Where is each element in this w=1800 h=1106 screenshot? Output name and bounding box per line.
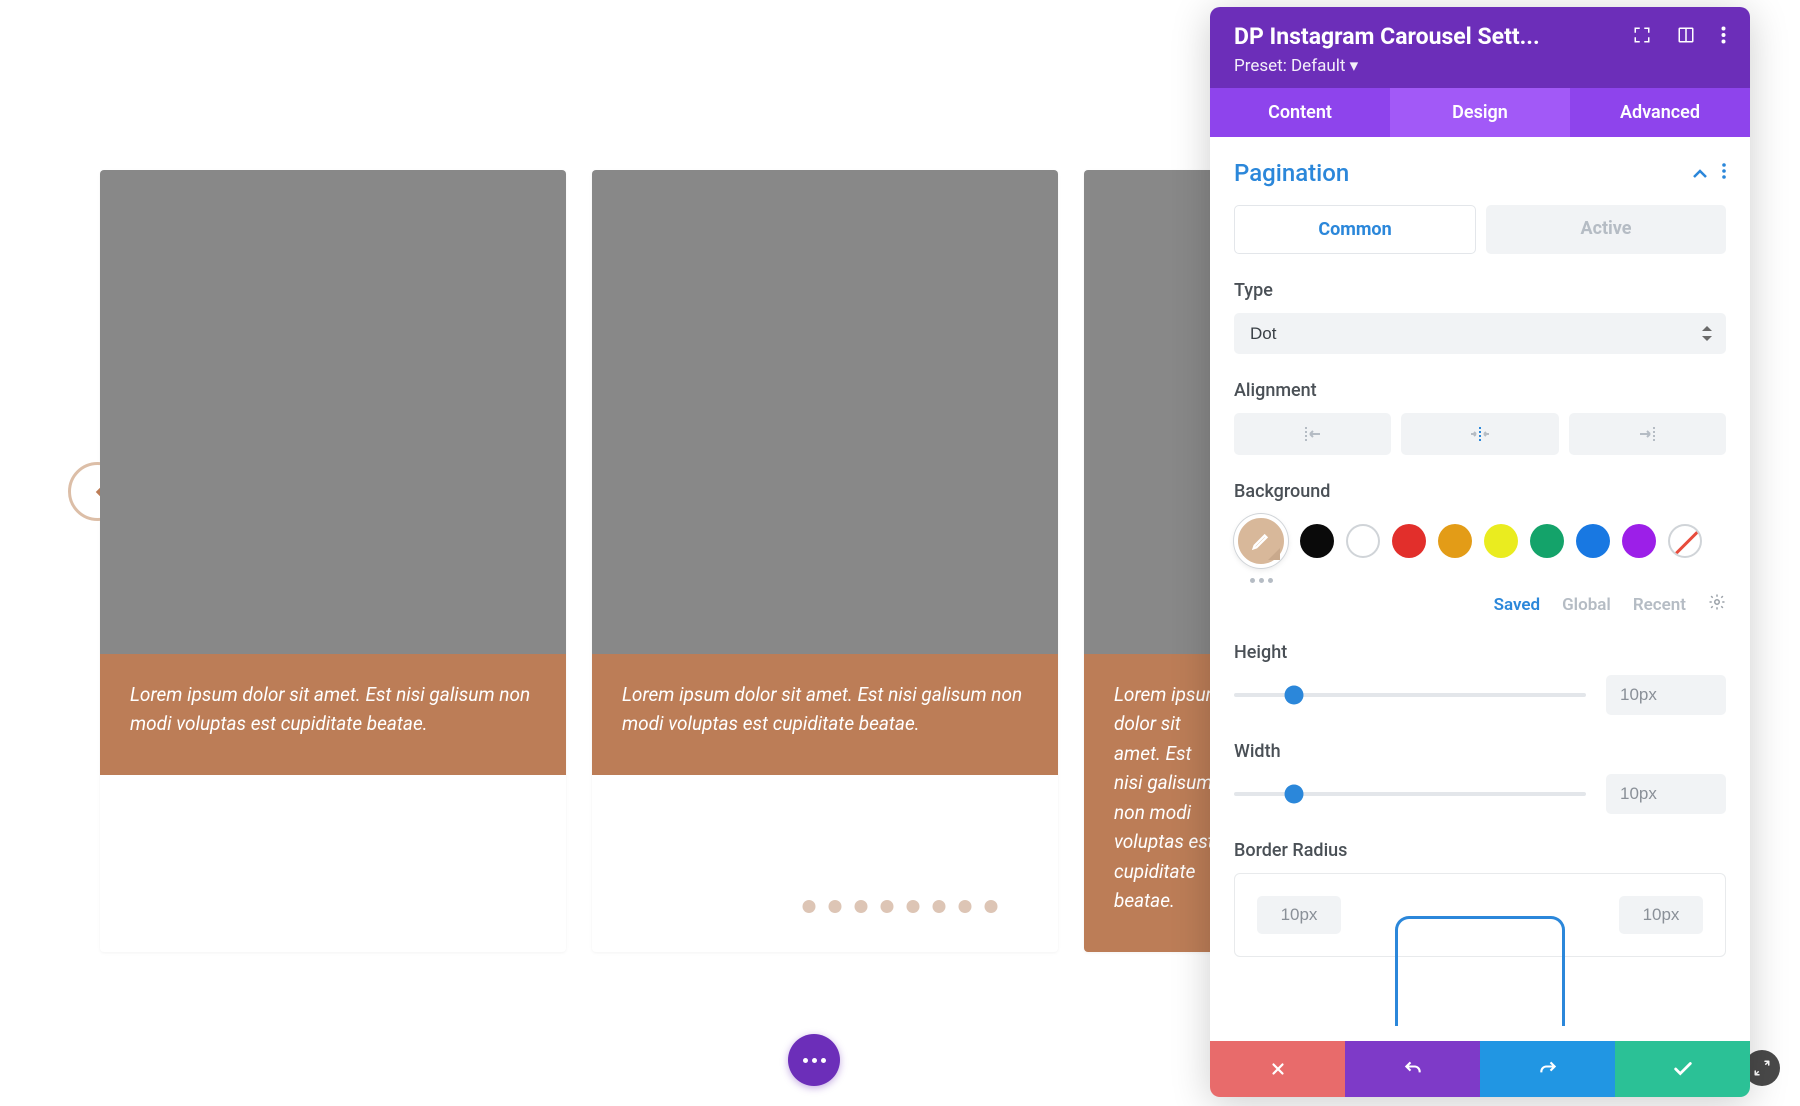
color-swatches	[1234, 514, 1726, 568]
height-label: Height	[1234, 642, 1726, 663]
pagination-dot[interactable]	[907, 900, 920, 913]
color-swatch[interactable]	[1300, 524, 1334, 558]
border-radius-label: Border Radius	[1234, 840, 1726, 861]
pagination-dots	[803, 900, 998, 913]
preset-label[interactable]: Preset: Default ▾	[1234, 56, 1726, 76]
more-icon[interactable]	[1721, 26, 1726, 48]
collapse-icon[interactable]	[1692, 164, 1708, 183]
panel-tabs: Content Design Advanced	[1210, 88, 1750, 137]
pagination-dot[interactable]	[803, 900, 816, 913]
carousel-caption: Lorem ipsum dolor sit amet. Est nisi gal…	[592, 654, 1058, 775]
carousel-image	[100, 170, 566, 654]
background-label: Background	[1234, 481, 1726, 502]
border-radius-box	[1234, 873, 1726, 957]
color-swatch-none[interactable]	[1668, 524, 1702, 558]
panel-header: DP Instagram Carousel Sett... Preset: De…	[1210, 7, 1750, 88]
redo-button[interactable]	[1480, 1041, 1615, 1097]
pagination-dot[interactable]	[959, 900, 972, 913]
color-swatch-selected[interactable]	[1234, 514, 1288, 568]
pagination-dot[interactable]	[985, 900, 998, 913]
width-slider[interactable]	[1234, 792, 1586, 796]
height-input[interactable]	[1606, 675, 1726, 715]
tab-content[interactable]: Content	[1210, 88, 1390, 137]
border-radius-tl-input[interactable]	[1257, 896, 1341, 934]
carousel-image	[592, 170, 1058, 654]
height-slider[interactable]	[1234, 693, 1586, 697]
panel-body: Pagination Common Active Type Dot Alignm…	[1210, 137, 1750, 1041]
border-radius-tr-input[interactable]	[1619, 896, 1703, 934]
section-more-icon[interactable]	[1722, 163, 1726, 183]
carousel-card[interactable]: Lorem ipsum dolor sit amet. Est nisi gal…	[100, 170, 566, 952]
tab-design[interactable]: Design	[1390, 88, 1570, 137]
subtab-active[interactable]: Active	[1486, 205, 1726, 254]
align-right-button[interactable]	[1569, 413, 1726, 455]
editor-canvas: Lorem ipsum dolor sit amet. Est nisi gal…	[0, 0, 1800, 1106]
type-label: Type	[1234, 280, 1726, 301]
tab-advanced[interactable]: Advanced	[1570, 88, 1750, 137]
cancel-button[interactable]	[1210, 1041, 1345, 1097]
panel-footer	[1210, 1041, 1750, 1097]
color-swatch[interactable]	[1484, 524, 1518, 558]
snap-icon[interactable]	[1677, 26, 1695, 48]
color-tab-global[interactable]: Global	[1562, 595, 1611, 615]
color-swatch[interactable]	[1622, 524, 1656, 558]
pagination-dot[interactable]	[881, 900, 894, 913]
pagination-dot[interactable]	[829, 900, 842, 913]
carousel-card[interactable]: Lorem ipsum dolor sit amet. Est nisi gal…	[592, 170, 1058, 952]
color-tab-recent[interactable]: Recent	[1633, 595, 1686, 615]
alignment-label: Alignment	[1234, 380, 1726, 401]
carousel-preview: Lorem ipsum dolor sit amet. Est nisi gal…	[100, 170, 1230, 952]
color-swatch[interactable]	[1530, 524, 1564, 558]
pagination-dot[interactable]	[933, 900, 946, 913]
pagination-dot[interactable]	[855, 900, 868, 913]
carousel-caption: Lorem ipsum dolor sit amet. Est nisi gal…	[100, 654, 566, 775]
subtab-common[interactable]: Common	[1234, 205, 1476, 254]
type-select[interactable]: Dot	[1234, 313, 1726, 354]
color-swatch[interactable]	[1576, 524, 1610, 558]
border-radius-preview	[1395, 916, 1565, 1026]
color-swatch[interactable]	[1346, 524, 1380, 558]
more-colors-icon[interactable]	[1250, 578, 1726, 583]
color-tab-saved[interactable]: Saved	[1494, 595, 1541, 615]
align-left-button[interactable]	[1234, 413, 1391, 455]
save-button[interactable]	[1615, 1041, 1750, 1097]
panel-title: DP Instagram Carousel Sett...	[1234, 23, 1633, 50]
align-center-button[interactable]	[1401, 413, 1558, 455]
undo-button[interactable]	[1345, 1041, 1480, 1097]
section-title[interactable]: Pagination	[1234, 159, 1349, 187]
width-label: Width	[1234, 741, 1726, 762]
gear-icon[interactable]	[1708, 593, 1726, 616]
width-input[interactable]	[1606, 774, 1726, 814]
settings-panel: DP Instagram Carousel Sett... Preset: De…	[1210, 7, 1750, 1097]
color-swatch[interactable]	[1438, 524, 1472, 558]
expand-icon[interactable]	[1633, 26, 1651, 48]
floating-menu-button[interactable]	[788, 1034, 840, 1086]
color-swatch[interactable]	[1392, 524, 1426, 558]
